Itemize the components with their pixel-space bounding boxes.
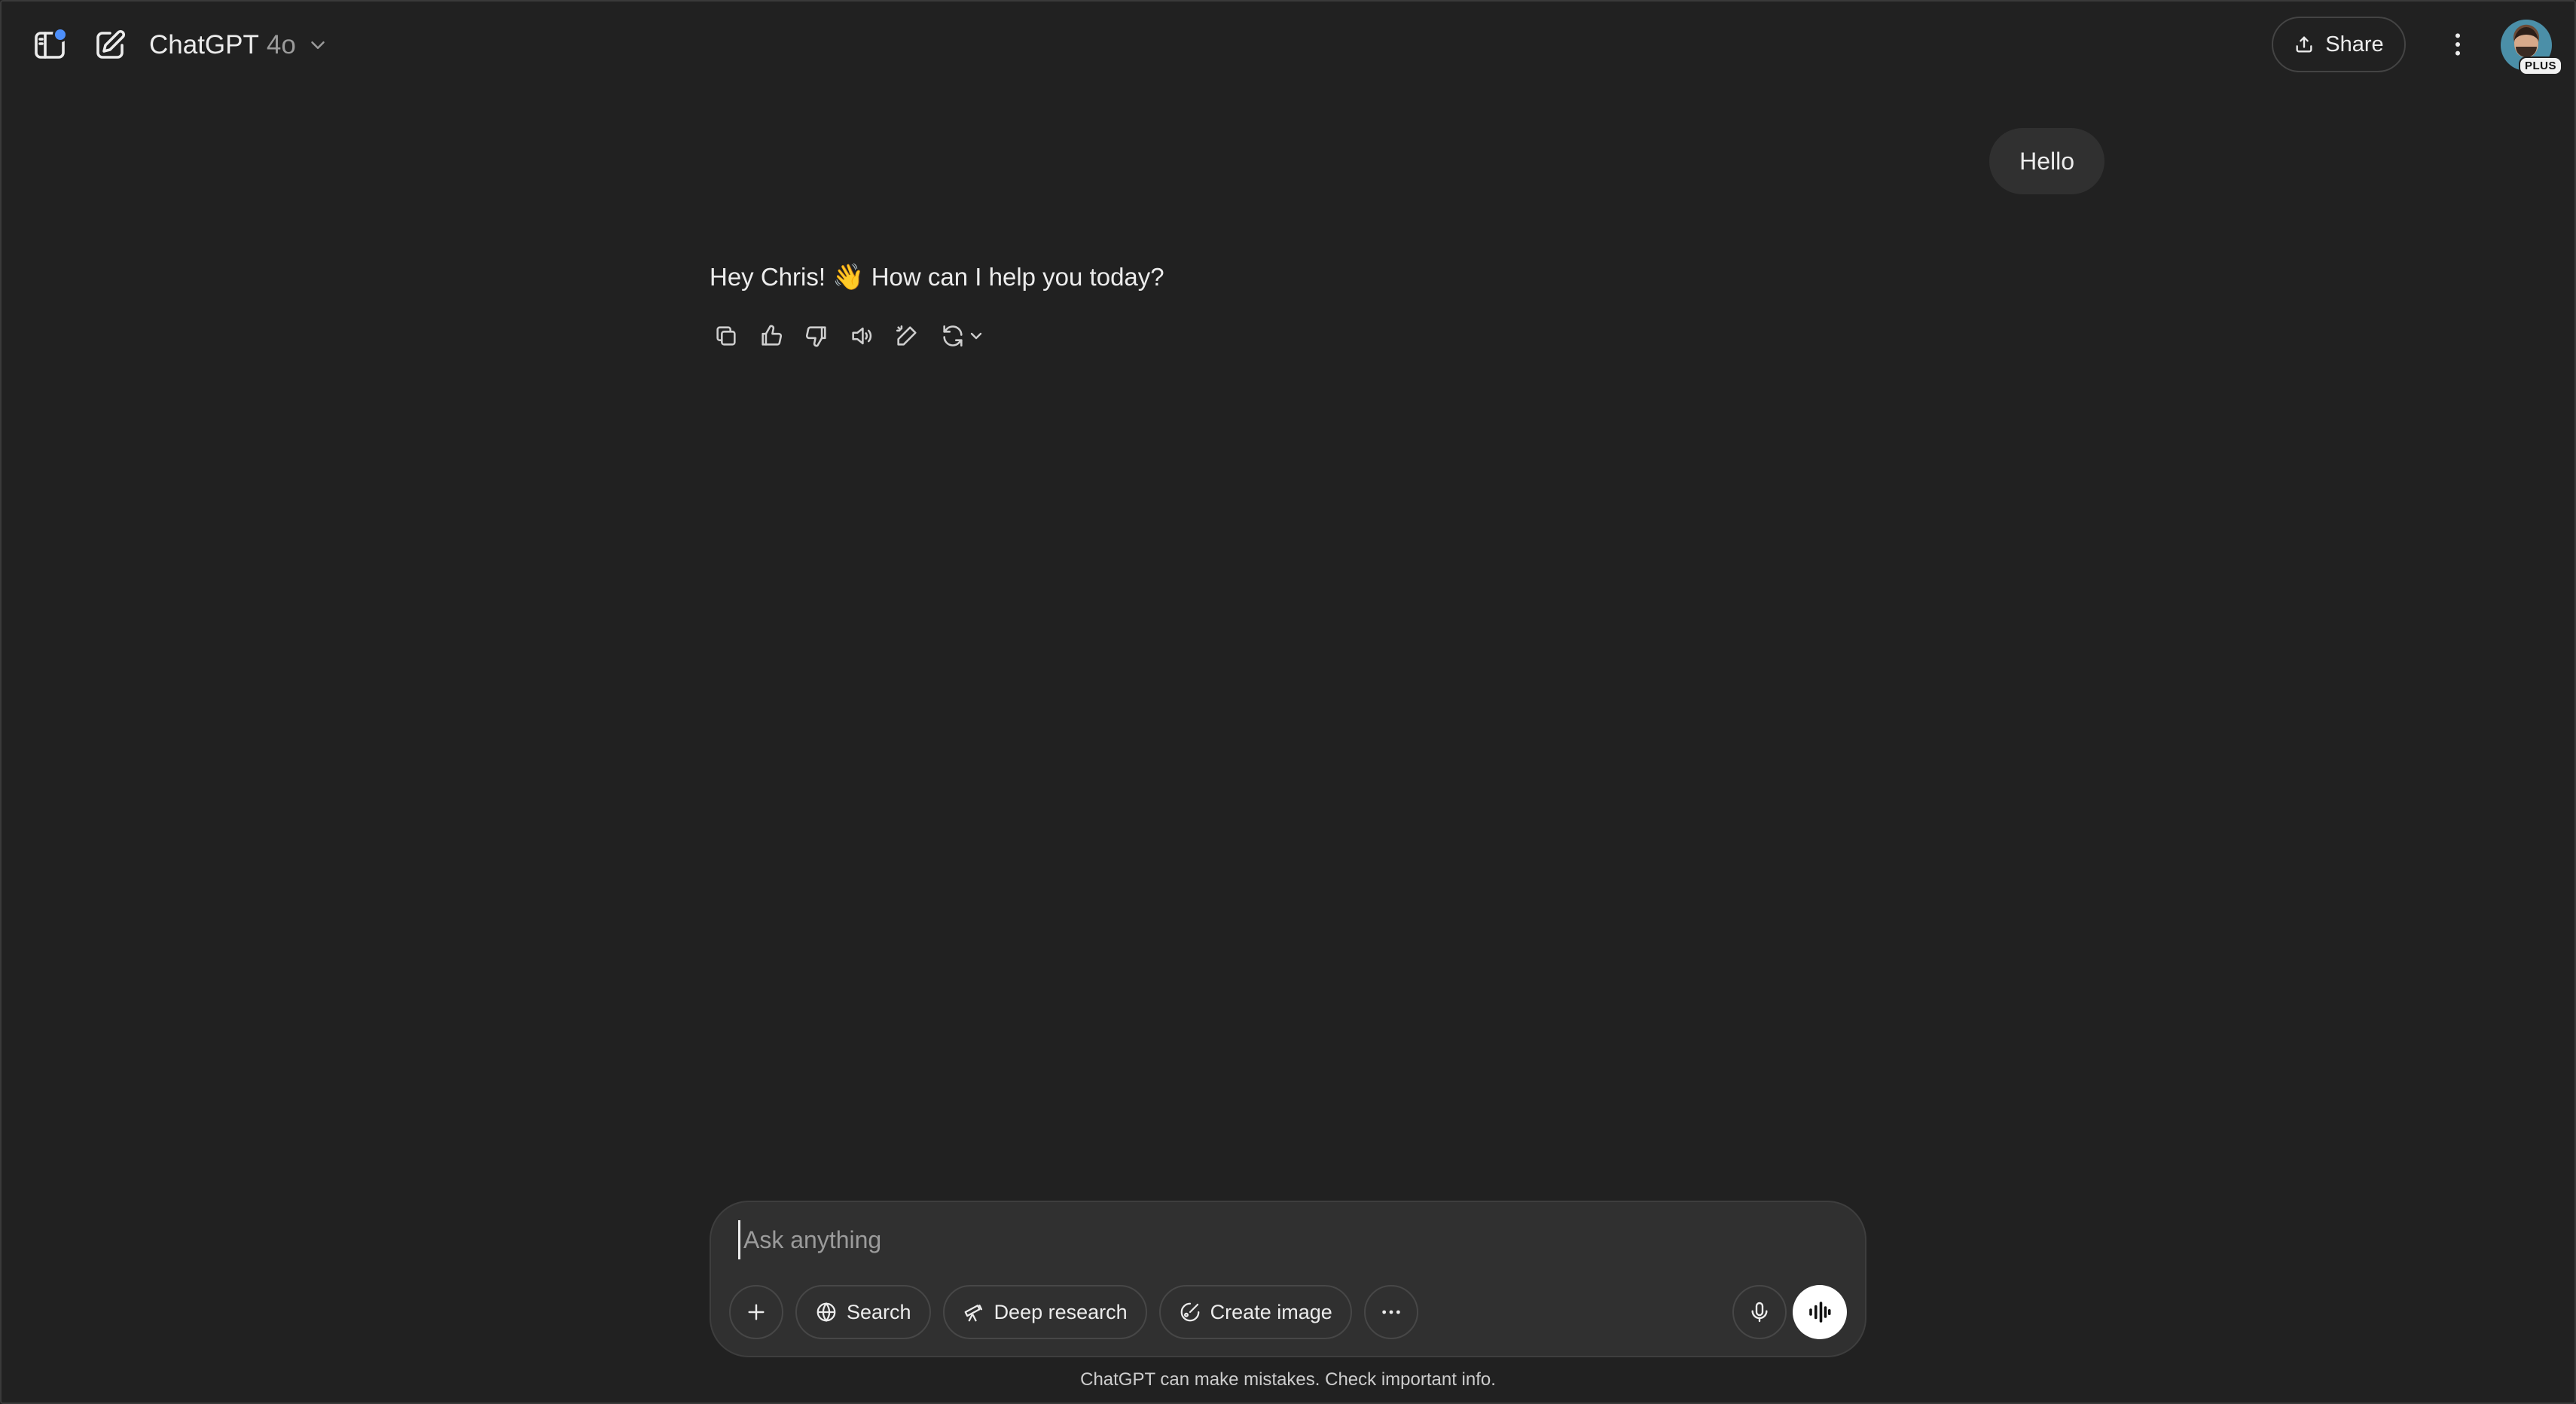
edit-in-canvas-icon xyxy=(896,325,917,346)
more-tools-button[interactable] xyxy=(1363,1285,1418,1339)
user-message-bubble: Hello xyxy=(1989,128,2104,194)
copy-icon xyxy=(716,326,736,346)
create-image-label: Create image xyxy=(1210,1300,1332,1323)
prompt-input[interactable] xyxy=(738,1220,1799,1259)
thumbs-down-icon xyxy=(805,326,826,347)
composer: Search Deep research Create image xyxy=(710,1201,1866,1357)
model-selector[interactable]: ChatGPT 4o xyxy=(149,24,329,66)
more-options-button[interactable] xyxy=(2434,21,2481,68)
user-avatar[interactable]: PLUS xyxy=(2501,20,2562,75)
chatgpt-window: ChatGPT 4o Share PLUS Hello Hey Chris! 👋… xyxy=(0,0,2576,1404)
deep-research-label: Deep research xyxy=(993,1300,1128,1323)
create-image-button[interactable]: Create image xyxy=(1158,1285,1352,1339)
voice-mode-button[interactable] xyxy=(1793,1285,1847,1339)
deep-research-button[interactable]: Deep research xyxy=(942,1285,1147,1339)
avatar-beard xyxy=(2516,47,2537,57)
dictate-button[interactable] xyxy=(1732,1285,1787,1339)
chevron-down-icon xyxy=(970,332,982,340)
user-message-text: Hello xyxy=(2019,147,2074,175)
model-version: 4o xyxy=(266,30,296,60)
assistant-question: How can I help you today? xyxy=(871,263,1164,291)
top-bar: ChatGPT 4o Share PLUS xyxy=(2,2,2574,89)
assistant-message: Hey Chris! 👋 How can I help you today? xyxy=(710,262,1164,292)
disclaimer-text: ChatGPT can make mistakes. Check importa… xyxy=(1080,1369,1496,1390)
speaker-icon xyxy=(852,327,872,345)
assistant-greeting: Hey Chris! xyxy=(710,263,826,291)
more-vertical-icon xyxy=(2455,33,2460,56)
image-brush-icon xyxy=(1180,1302,1200,1322)
globe-icon xyxy=(816,1302,836,1323)
more-horizontal-icon xyxy=(1382,1310,1400,1314)
message-actions xyxy=(710,318,990,354)
share-label: Share xyxy=(2325,32,2384,56)
regenerate-button[interactable] xyxy=(935,318,990,354)
plus-badge: PLUS xyxy=(2518,56,2562,75)
thumbs-up-icon xyxy=(762,325,783,346)
share-icon xyxy=(2296,36,2312,53)
model-name: ChatGPT xyxy=(149,30,259,60)
new-chat-icon xyxy=(96,29,126,59)
search-button[interactable]: Search xyxy=(795,1285,931,1339)
copy-button[interactable] xyxy=(710,318,743,354)
notification-dot xyxy=(53,27,68,42)
good-response-button[interactable] xyxy=(755,318,788,354)
mic-icon xyxy=(1751,1302,1768,1323)
read-aloud-button[interactable] xyxy=(845,318,878,354)
sidebar-toggle-button[interactable] xyxy=(23,18,77,72)
plus-icon xyxy=(748,1304,765,1320)
chevron-down-icon xyxy=(311,41,325,49)
edit-in-canvas-button[interactable] xyxy=(890,318,923,354)
search-label: Search xyxy=(847,1300,911,1323)
telescope-icon xyxy=(964,1305,982,1322)
share-button[interactable]: Share xyxy=(2272,17,2406,72)
bad-response-button[interactable] xyxy=(800,318,833,354)
regenerate-icon xyxy=(943,325,963,347)
composer-tools: Search Deep research Create image xyxy=(729,1285,1418,1339)
new-chat-button[interactable] xyxy=(83,18,137,72)
voice-mode-icon xyxy=(1809,1302,1831,1323)
attach-button[interactable] xyxy=(729,1285,783,1339)
waving-hand-emoji: 👋 xyxy=(832,263,865,291)
